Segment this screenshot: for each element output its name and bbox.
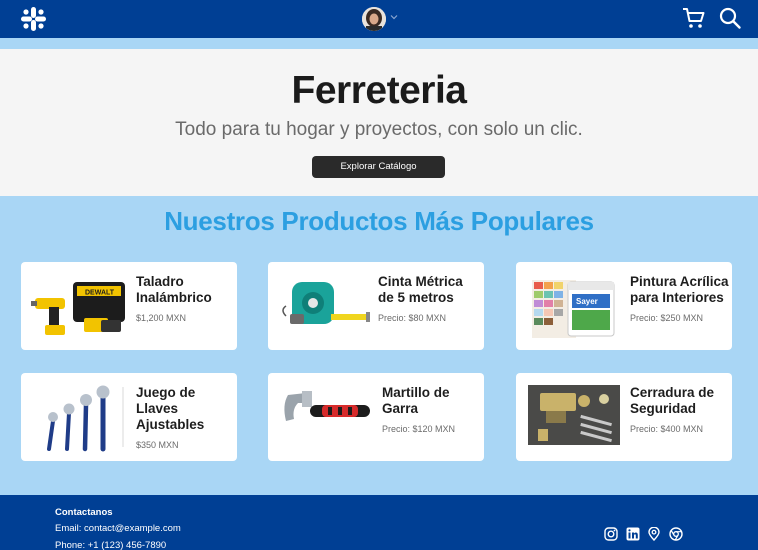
product-name: Martillo de Garra: [382, 385, 450, 416]
product-name: Cerradura de Seguridad: [630, 385, 715, 416]
chevron-down-icon[interactable]: [390, 13, 398, 21]
site-footer: Contactanos Email: contact@example.com P…: [0, 495, 758, 550]
lock-image: [528, 385, 620, 445]
product-price: Precio: $80 MXN: [378, 313, 447, 323]
product-card-drill[interactable]: DEWALT Taladro Inalámbrico $1,200 MXN: [21, 262, 237, 350]
product-price: $350 MXN: [136, 440, 179, 450]
product-name: Cinta Métrica de 5 metros: [378, 274, 463, 305]
section-title: Nuestros Productos Más Populares: [164, 206, 594, 236]
hero-subtitle: Todo para tu hogar y proyectos, con solo…: [175, 119, 583, 140]
location-icon[interactable]: [647, 527, 661, 541]
cart-icon[interactable]: [682, 6, 706, 30]
footer-title: Contactanos: [55, 507, 113, 518]
linkedin-icon[interactable]: [626, 527, 640, 541]
product-price: $1,200 MXN: [136, 313, 187, 323]
avatar-portrait-icon: [362, 7, 386, 31]
svg-text:Sayer: Sayer: [576, 297, 598, 306]
product-name: Taladro Inalámbrico: [136, 274, 212, 305]
product-card-paint[interactable]: Sayer Pintura Acrílica para Interiores P…: [516, 262, 732, 350]
top-navbar: [0, 0, 758, 38]
tape-measure-image: [282, 282, 370, 324]
product-name: Juego de Llaves Ajustables: [136, 385, 205, 432]
instagram-icon[interactable]: [604, 527, 618, 541]
product-name: Pintura Acrílica para Interiores: [630, 274, 729, 305]
logo-icon[interactable]: [20, 6, 47, 32]
hero-title: Ferreteria: [291, 69, 467, 112]
hero-section: Ferreteria Todo para tu hogar y proyecto…: [0, 49, 758, 196]
chrome-icon[interactable]: [669, 527, 683, 541]
svg-text:DEWALT: DEWALT: [85, 290, 115, 297]
hammer-image: [284, 391, 370, 421]
product-price: Precio: $400 MXN: [630, 424, 704, 434]
header-accent-strip: [0, 38, 758, 49]
paint-image: Sayer: [532, 280, 615, 338]
product-card-wrench-set[interactable]: Juego de Llaves Ajustables $350 MXN: [21, 373, 237, 461]
product-price: Precio: $250 MXN: [630, 313, 704, 323]
user-avatar[interactable]: [362, 7, 386, 31]
product-card-lock[interactable]: Cerradura de Seguridad Precio: $400 MXN: [516, 373, 732, 461]
explore-catalog-button[interactable]: Explorar Catálogo: [312, 156, 445, 178]
footer-phone: Phone: +1 (123) 456-7890: [55, 540, 167, 550]
popular-products-section: Nuestros Productos Más Populares DEWALT …: [0, 196, 758, 495]
footer-email: Email: contact@example.com: [55, 523, 181, 534]
product-card-hammer[interactable]: Martillo de Garra Precio: $120 MXN: [268, 373, 484, 461]
drill-image: DEWALT: [31, 282, 125, 335]
wrench-set-image: [47, 385, 124, 452]
product-card-tape-measure[interactable]: Cinta Métrica de 5 metros Precio: $80 MX…: [268, 262, 484, 350]
search-icon[interactable]: [718, 6, 742, 30]
product-price: Precio: $120 MXN: [382, 424, 456, 434]
